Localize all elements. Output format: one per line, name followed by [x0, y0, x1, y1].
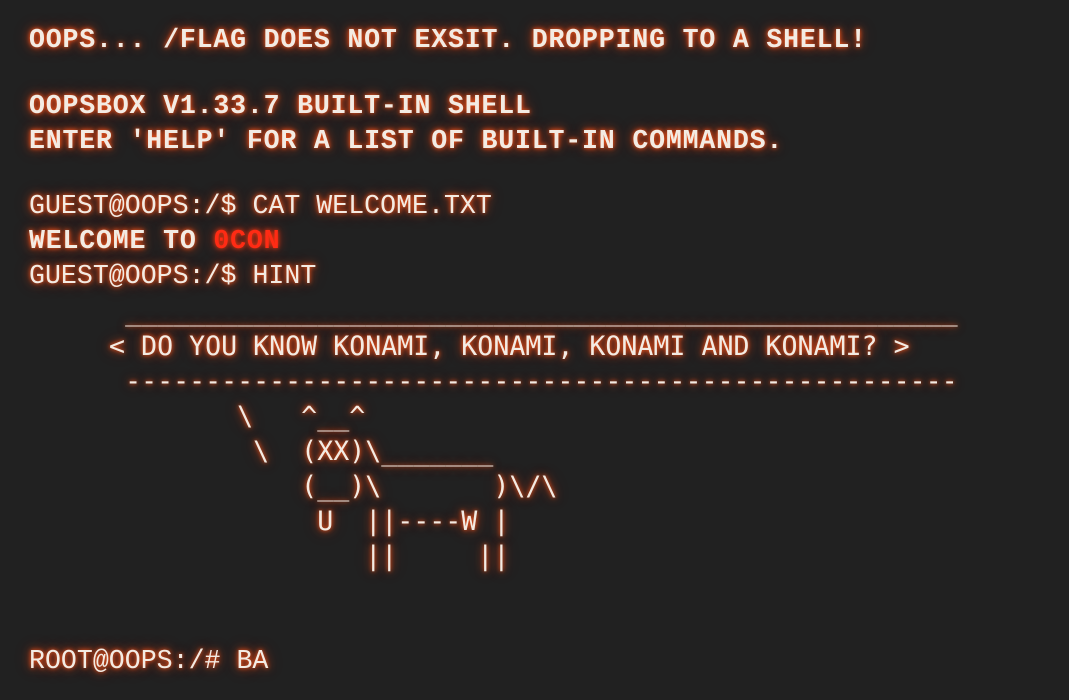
root-prompt: ROOT@OOPS:/# — [29, 646, 237, 676]
cowsay-hint-art: ________________________________________… — [109, 296, 958, 572]
guest-prompt: GUEST@OOPS:/$ — [29, 261, 253, 291]
command-text: HINT — [252, 261, 317, 291]
welcome-output: WELCOME TO 0CON — [29, 224, 280, 259]
error-message: OOPS... /FLAG DOES NOT EXSIT. DROPPING T… — [29, 25, 867, 55]
active-command-line[interactable]: ROOT@OOPS:/# BA — [29, 644, 268, 679]
terminal-window[interactable]: OOPS... /FLAG DOES NOT EXSIT. DROPPING T… — [0, 0, 1069, 700]
command-text: CAT WELCOME.TXT — [252, 191, 492, 221]
command-line-hint: GUEST@OOPS:/$ HINT — [29, 259, 316, 294]
welcome-text: WELCOME TO — [29, 226, 214, 256]
command-input[interactable]: BA — [236, 646, 268, 676]
guest-prompt: GUEST@OOPS:/$ — [29, 191, 253, 221]
shell-banner-title: OOPSBOX V1.33.7 BUILT-IN SHELL — [29, 91, 532, 121]
shell-banner-help: ENTER 'HELP' FOR A LIST OF BUILT-IN COMM… — [29, 126, 784, 156]
command-line-cat: GUEST@OOPS:/$ CAT WELCOME.TXT — [29, 189, 492, 224]
welcome-highlight: 0CON — [213, 226, 281, 256]
